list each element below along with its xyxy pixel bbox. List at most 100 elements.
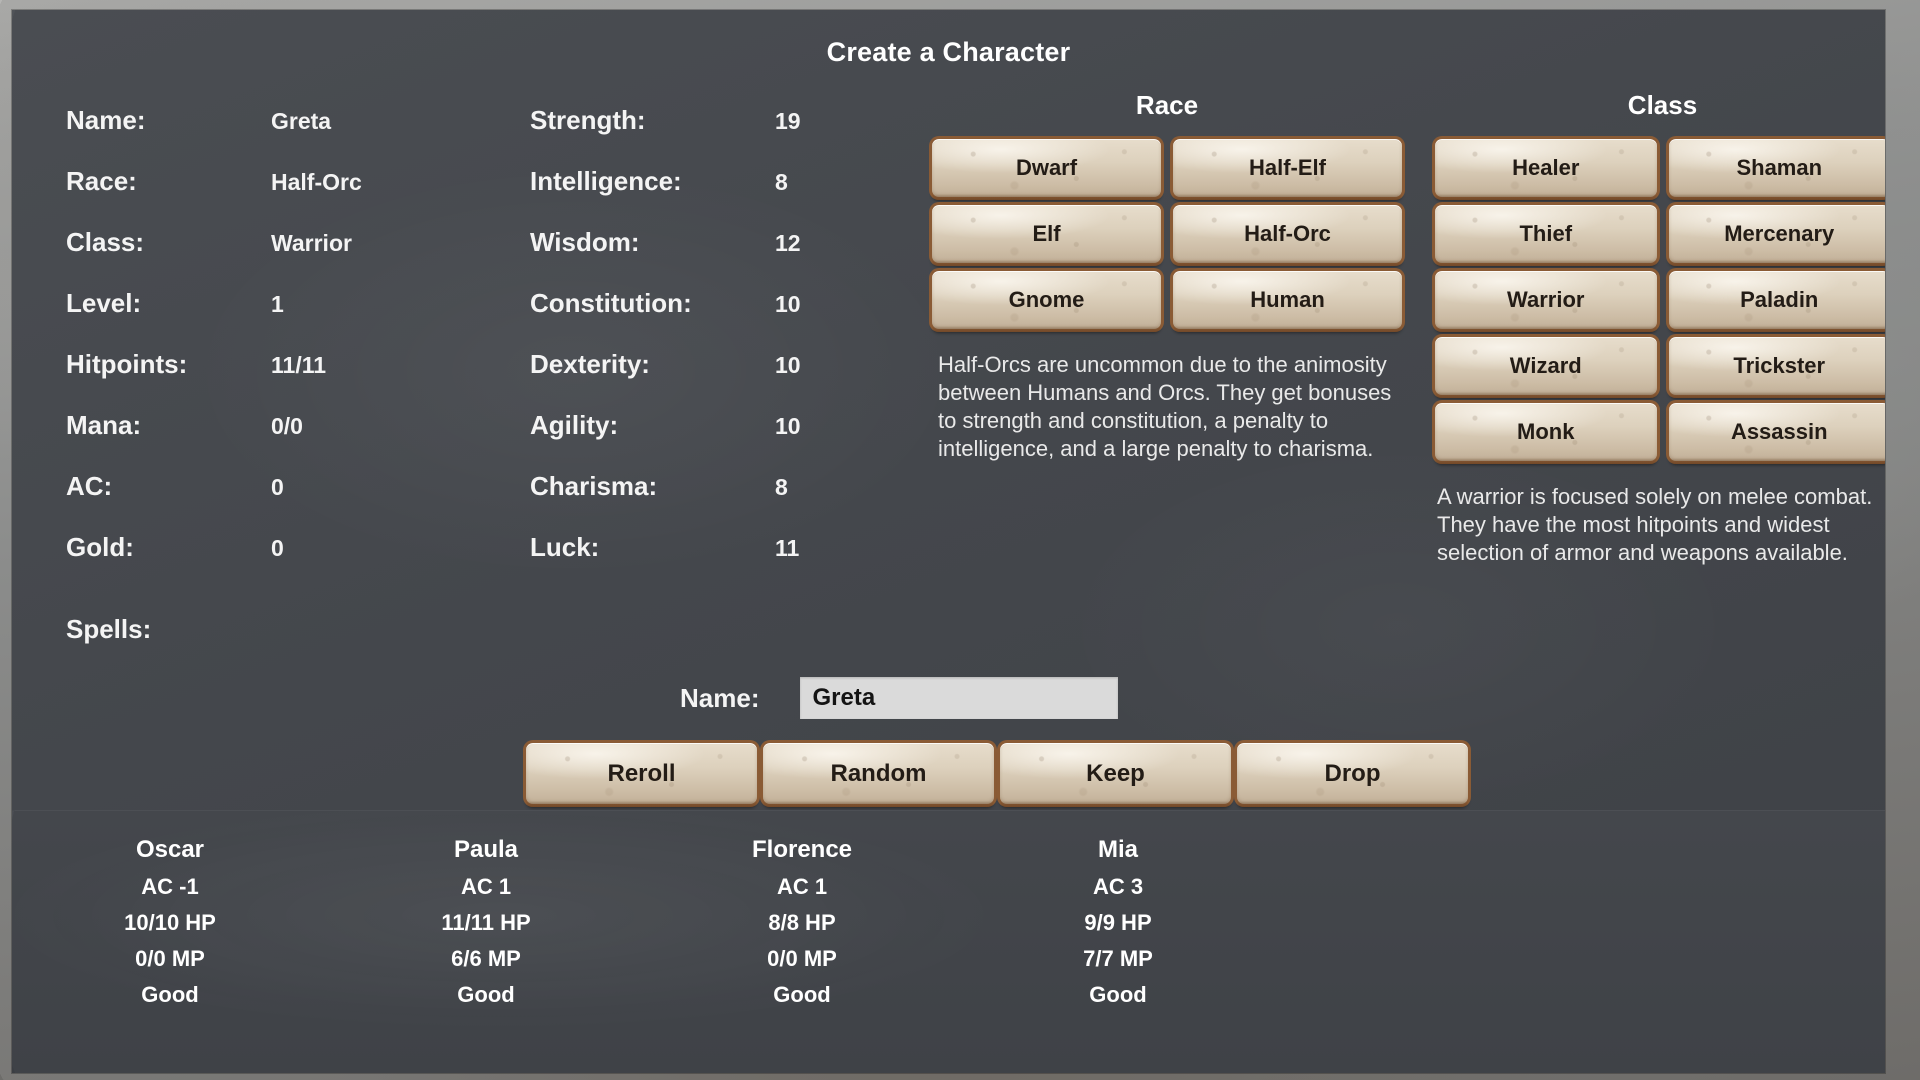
party-member-hp: 10/10 HP	[124, 910, 216, 935]
party-member-alignment: Good	[457, 982, 515, 1007]
sheet-row-spells: Spells:	[66, 614, 396, 675]
action-button-row: Reroll Random Keep Drop	[526, 743, 1468, 807]
attribute-value-constitution: 10	[775, 291, 801, 317]
party-roster: Oscar AC -1 10/10 HP 0/0 MP Good Paula A…	[12, 810, 1885, 1073]
sheet-value-class: Warrior	[271, 230, 352, 256]
party-member-ac: AC 1	[460, 874, 512, 899]
sheet-row-ac: AC: 0	[66, 471, 396, 532]
attribute-row-luck: Luck: 11	[530, 532, 860, 593]
party-member-name: Oscar	[135, 836, 205, 863]
party-member-3[interactable]: Florence AC 1 8/8 HP 0/0 MP Good	[644, 836, 960, 1073]
sheet-label-hitpoints: Hitpoints:	[66, 349, 188, 379]
party-member-name: Mia	[1097, 836, 1138, 863]
sheet-row-race: Race: Half-Orc	[66, 166, 396, 227]
attribute-label-constitution: Constitution:	[530, 288, 692, 318]
attribute-row-constitution: Constitution: 10	[530, 288, 860, 349]
reroll-button[interactable]: Reroll	[526, 743, 757, 807]
attribute-label-charisma: Charisma:	[530, 471, 658, 501]
attribute-label-agility: Agility:	[530, 410, 619, 440]
class-button-paladin[interactable]: Paladin	[1668, 271, 1885, 332]
class-button-grid: Healer Shaman Thief Mercenary Warrior Pa…	[1435, 139, 1885, 464]
class-selection-panel: Class Healer Shaman Thief Mercenary Warr…	[1435, 90, 1885, 567]
party-member-hp: 9/9 HP	[1084, 910, 1152, 935]
sheet-label-race: Race:	[66, 166, 137, 196]
attribute-row-charisma: Charisma: 8	[530, 471, 860, 532]
attribute-value-strength: 19	[775, 108, 801, 134]
attribute-label-intelligence: Intelligence:	[530, 166, 682, 196]
sheet-value-name: Greta	[271, 108, 332, 134]
party-member-hp: 8/8 HP	[768, 910, 836, 935]
class-button-thief[interactable]: Thief	[1435, 205, 1657, 266]
sheet-value-gold: 0	[271, 535, 284, 561]
attribute-value-dexterity: 10	[775, 352, 801, 378]
sheet-value-level: 1	[271, 291, 284, 317]
drop-button[interactable]: Drop	[1237, 743, 1468, 807]
party-member-1[interactable]: Oscar AC -1 10/10 HP 0/0 MP Good	[12, 836, 328, 1073]
attribute-row-dexterity: Dexterity: 10	[530, 349, 860, 410]
name-input[interactable]	[800, 677, 1119, 719]
race-button-gnome[interactable]: Gnome	[932, 271, 1161, 332]
party-member-mp: 0/0 MP	[135, 946, 205, 971]
party-member-ac: AC -1	[141, 874, 199, 899]
attribute-label-dexterity: Dexterity:	[530, 349, 650, 379]
sheet-label-ac: AC:	[66, 471, 113, 501]
character-creation-panel: Create a Character Name: Greta Race: Hal…	[12, 10, 1885, 1073]
class-button-wizard[interactable]: Wizard	[1435, 337, 1657, 398]
attribute-row-agility: Agility: 10	[530, 410, 860, 471]
race-button-half-orc[interactable]: Half-Orc	[1173, 205, 1402, 266]
class-description: A warrior is focused solely on melee com…	[1437, 484, 1873, 565]
character-sheet: Name: Greta Race: Half-Orc Class: Warrio…	[66, 105, 396, 675]
random-button[interactable]: Random	[763, 743, 994, 807]
sheet-label-level: Level:	[66, 288, 142, 318]
sheet-row-name: Name: Greta	[66, 105, 396, 166]
attribute-value-wisdom: 12	[775, 230, 801, 256]
race-panel-title: Race	[1135, 90, 1199, 120]
race-selection-panel: Race Dwarf Half-Elf Elf Half-Orc Gnome H…	[932, 90, 1402, 463]
party-member-ac: AC 3	[1092, 874, 1144, 899]
attribute-label-wisdom: Wisdom:	[530, 227, 640, 257]
race-button-half-elf[interactable]: Half-Elf	[1173, 139, 1402, 200]
sheet-label-mana: Mana:	[66, 410, 142, 440]
attribute-value-charisma: 8	[775, 474, 788, 500]
class-button-assassin[interactable]: Assassin	[1668, 403, 1885, 464]
attribute-label-strength: Strength:	[530, 105, 646, 135]
attribute-value-luck: 11	[775, 535, 800, 561]
sheet-value-race: Half-Orc	[271, 169, 362, 195]
class-button-monk[interactable]: Monk	[1435, 403, 1657, 464]
attribute-value-agility: 10	[775, 413, 801, 439]
keep-button[interactable]: Keep	[1000, 743, 1231, 807]
attribute-label-luck: Luck:	[530, 532, 600, 562]
party-member-alignment: Good	[1089, 982, 1147, 1007]
name-entry-row: Name:	[680, 677, 1119, 719]
class-button-mercenary[interactable]: Mercenary	[1668, 205, 1885, 266]
name-entry-label: Name:	[680, 682, 760, 713]
game-screen: Create a Character Name: Greta Race: Hal…	[0, 0, 1920, 1080]
class-button-trickster[interactable]: Trickster	[1668, 337, 1885, 398]
race-button-dwarf[interactable]: Dwarf	[932, 139, 1161, 200]
race-button-human[interactable]: Human	[1173, 271, 1402, 332]
party-member-mp: 0/0 MP	[767, 946, 837, 971]
sheet-row-level: Level: 1	[66, 288, 396, 349]
class-button-healer[interactable]: Healer	[1435, 139, 1657, 200]
attribute-row-wisdom: Wisdom: 12	[530, 227, 860, 288]
party-member-mp: 6/6 MP	[451, 946, 521, 971]
sheet-value-hitpoints: 11/11	[271, 352, 327, 378]
sheet-value-mana: 0/0	[271, 413, 303, 439]
page-title: Create a Character	[826, 37, 1071, 67]
race-description: Half-Orcs are uncommon due to the animos…	[938, 352, 1392, 461]
attributes-list: Strength: 19 Intelligence: 8 Wisdom: 12 …	[530, 105, 860, 593]
sheet-label-spells: Spells:	[66, 614, 152, 644]
party-member-2[interactable]: Paula AC 1 11/11 HP 6/6 MP Good	[328, 836, 644, 1073]
sheet-row-hitpoints: Hitpoints: 11/11	[66, 349, 396, 410]
party-member-alignment: Good	[773, 982, 831, 1007]
class-button-warrior[interactable]: Warrior	[1435, 271, 1657, 332]
class-panel-title: Class	[1627, 90, 1698, 120]
race-button-elf[interactable]: Elf	[932, 205, 1161, 266]
sheet-label-class: Class:	[66, 227, 145, 257]
party-member-mp: 7/7 MP	[1083, 946, 1153, 971]
sheet-row-class: Class: Warrior	[66, 227, 396, 288]
class-button-shaman[interactable]: Shaman	[1668, 139, 1885, 200]
party-member-4[interactable]: Mia AC 3 9/9 HP 7/7 MP Good	[960, 836, 1276, 1073]
party-member-name: Florence	[751, 836, 853, 863]
sheet-label-name: Name:	[66, 105, 146, 135]
